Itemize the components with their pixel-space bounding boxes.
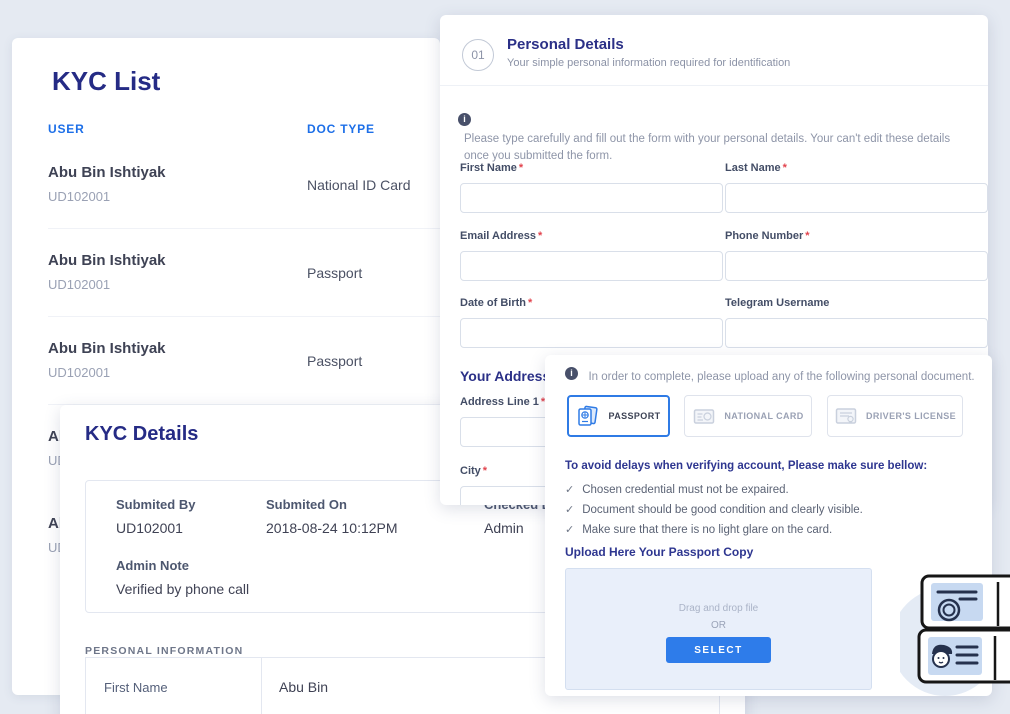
last-name-label: Last Name* (725, 162, 787, 174)
kyc-list-title: KYC List (52, 66, 160, 97)
checklist-item: ✓Make sure that there is no light glare … (565, 523, 832, 536)
verification-notice-heading: To avoid delays when verifying account, … (565, 460, 927, 472)
id-cards-illustration (900, 562, 1010, 712)
passport-icon (576, 404, 600, 428)
passport-card-graphic (922, 576, 1010, 628)
personal-details-title: Personal Details (507, 36, 624, 53)
email-address-field[interactable] (460, 251, 723, 281)
submitted-on-value: 2018-08-24 10:12PM (266, 520, 398, 536)
checklist-item: ✓Document should be good condition and c… (565, 503, 863, 516)
date-of-birth-field[interactable] (460, 318, 723, 348)
first-name-field[interactable] (460, 183, 723, 213)
required-mark: * (538, 230, 542, 242)
column-header-user: USER (48, 122, 85, 136)
kyc-admin-screen: KYC List USER DOC TYPE Abu Bin Ishtiyak … (0, 0, 1010, 714)
submitted-by-label: Submited By (116, 497, 195, 512)
doc-button-label: PASSPORT (608, 411, 660, 421)
user-name: Abu Bin Ishtiyak (48, 252, 166, 269)
email-address-label: Email Address* (460, 230, 542, 242)
info-icon: i (458, 113, 471, 126)
required-mark: * (528, 297, 532, 309)
date-of-birth-label: Date of Birth* (460, 297, 532, 309)
id-card-graphic (919, 630, 1010, 682)
doc-button-label: NATIONAL CARD (724, 411, 803, 421)
drivers-license-doc-button[interactable]: DRIVER'S LICENSE (827, 395, 963, 437)
upload-note-text: In order to complete, please upload any … (588, 371, 974, 383)
checked-by-value: Admin (484, 520, 524, 536)
header-divider (440, 85, 988, 86)
submitted-on-label: Submited On (266, 497, 347, 512)
checklist-item: ✓Chosen credential must not be expaired. (565, 483, 789, 496)
doc-type-value: Passport (307, 353, 362, 369)
doc-type-value: National ID Card (307, 177, 411, 193)
required-mark: * (805, 230, 809, 242)
file-dropzone[interactable]: Drag and drop file OR SELECT (565, 568, 872, 690)
select-file-button[interactable]: SELECT (666, 637, 771, 663)
form-note: i Please type carefully and fill out the… (458, 113, 970, 165)
drivers-license-icon (834, 404, 858, 428)
first-name-label: First Name* (460, 162, 523, 174)
personal-information-section-heading: PERSONAL INFORMATION (85, 645, 243, 657)
required-mark: * (483, 465, 487, 477)
info-icon: i (565, 367, 578, 380)
national-card-doc-button[interactable]: NATIONAL CARD (684, 395, 812, 437)
detail-field-label: First Name (104, 680, 168, 695)
row-divider (48, 228, 440, 229)
user-name: Abu Bin Ishtiyak (48, 340, 166, 357)
personal-details-subtitle: Your simple personal information require… (507, 57, 790, 69)
user-id: UD102001 (48, 189, 110, 204)
user-name: Abu Bin Ishtiyak (48, 164, 166, 181)
national-card-icon (692, 404, 716, 428)
phone-number-field[interactable] (725, 251, 988, 281)
user-id: UD102001 (48, 277, 110, 292)
upload-here-label: Upload Here Your Passport Copy (565, 545, 753, 559)
phone-number-label: Phone Number* (725, 230, 810, 242)
passport-doc-button[interactable]: PASSPORT (567, 395, 670, 437)
row-divider (48, 316, 440, 317)
required-mark: * (519, 162, 523, 174)
column-header-doc-type: DOC TYPE (307, 122, 375, 136)
check-icon: ✓ (565, 524, 574, 536)
kyc-details-title: KYC Details (85, 423, 198, 446)
admin-note-value: Verified by phone call (116, 581, 249, 597)
check-icon: ✓ (565, 504, 574, 516)
submitted-by-value: UD102001 (116, 520, 183, 536)
user-id: UD102001 (48, 365, 110, 380)
form-note-text: Please type carefully and fill out the f… (464, 131, 954, 165)
doc-type-value: Passport (307, 265, 362, 281)
city-label: City* (460, 465, 487, 477)
step-number-badge: 01 (462, 39, 494, 71)
telegram-username-field[interactable] (725, 318, 988, 348)
required-mark: * (783, 162, 787, 174)
detail-field-value: Abu Bin (279, 679, 328, 695)
or-text: OR (566, 620, 871, 631)
doc-button-label: DRIVER'S LICENSE (866, 411, 956, 421)
admin-note-label: Admin Note (116, 558, 189, 573)
your-address-heading: Your Address (460, 368, 550, 384)
check-icon: ✓ (565, 484, 574, 496)
cell-divider (261, 658, 262, 714)
upload-note: i In order to complete, please upload an… (565, 367, 975, 386)
telegram-username-label: Telegram Username (725, 297, 829, 309)
last-name-field[interactable] (725, 183, 988, 213)
address-line-1-label: Address Line 1* (460, 396, 545, 408)
drag-drop-text: Drag and drop file (566, 603, 871, 614)
